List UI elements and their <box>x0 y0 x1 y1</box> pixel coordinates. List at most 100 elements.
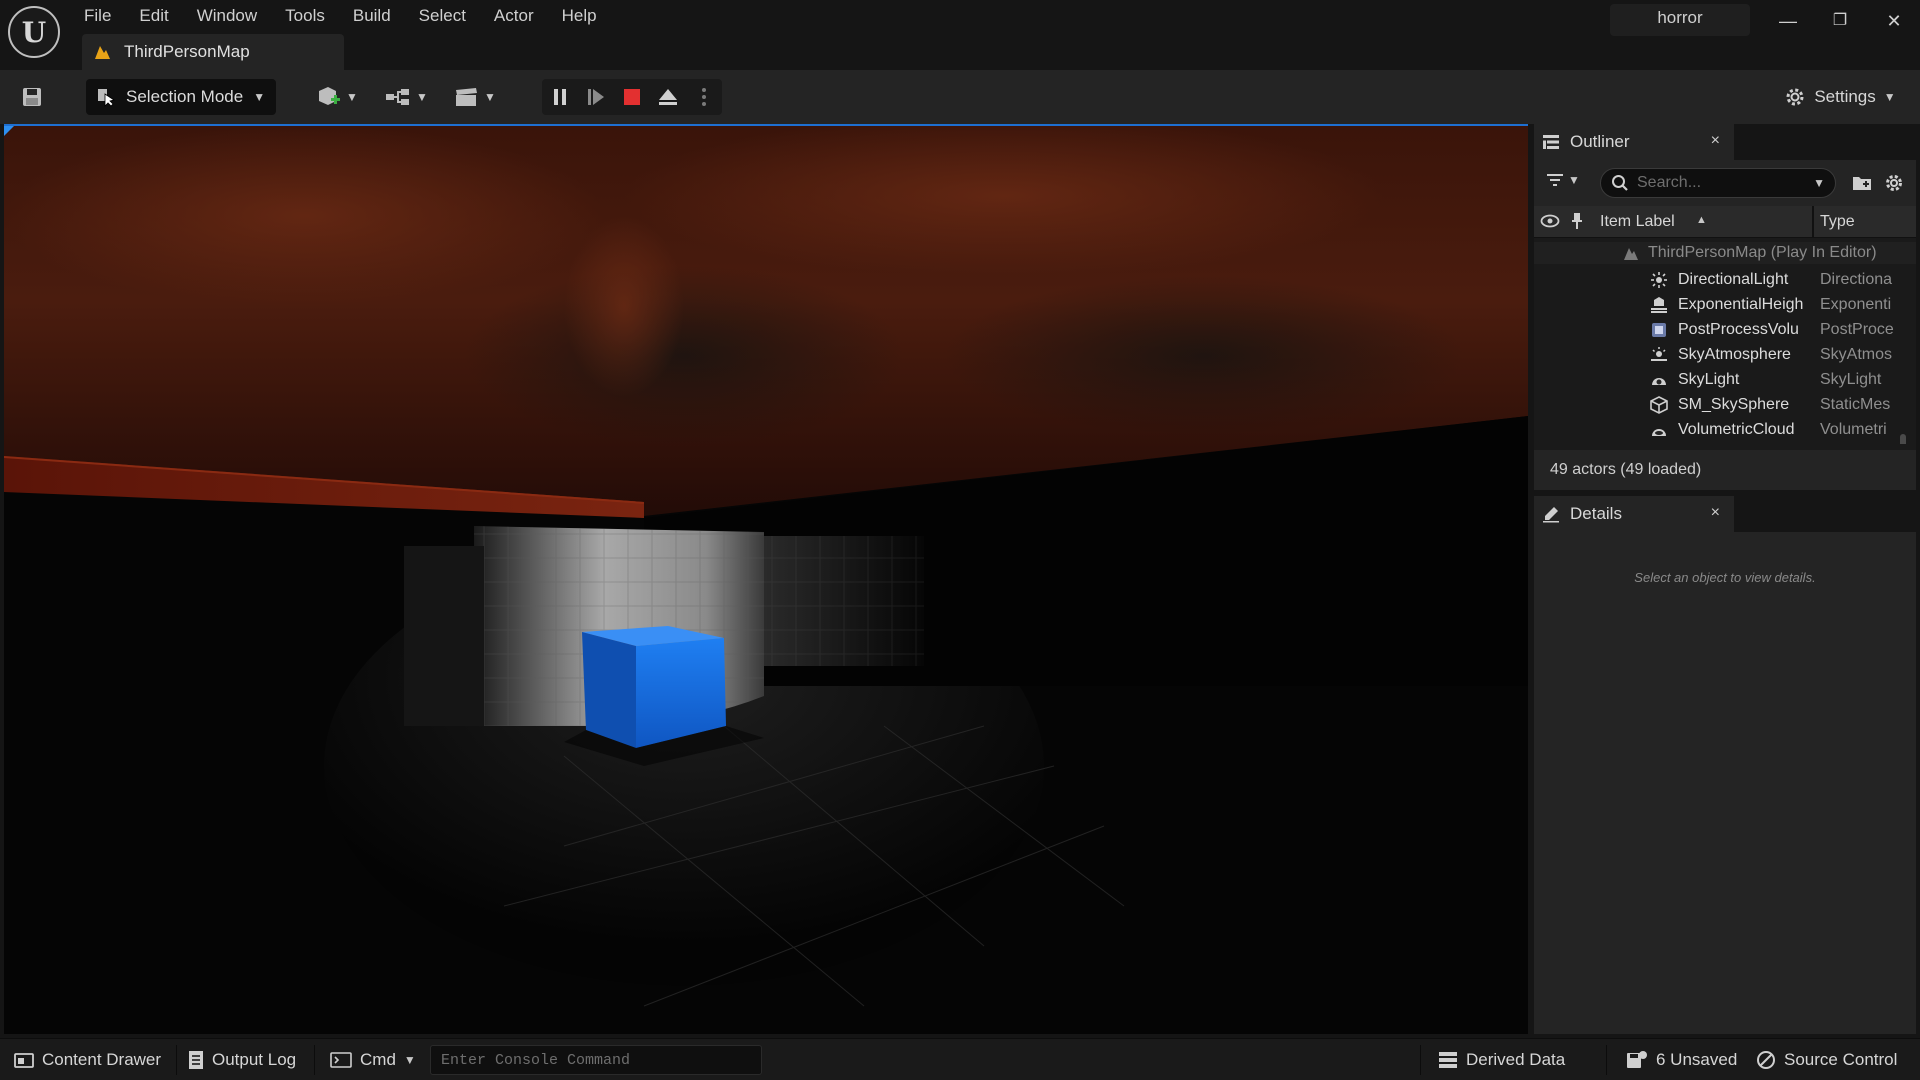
fog-icon <box>1651 297 1667 313</box>
outliner-row-type: Volumetri <box>1820 421 1887 438</box>
outliner-tree: ThirdPersonMap (Play In Editor) Directio… <box>1534 238 1916 444</box>
add-folder-button[interactable] <box>1852 174 1872 197</box>
console-command-box[interactable] <box>430 1045 762 1075</box>
details-tab[interactable]: Details × <box>1534 496 1734 532</box>
restore-button[interactable]: ❐ <box>1820 6 1860 36</box>
menu-help[interactable]: Help <box>548 4 611 28</box>
source-control-button[interactable]: Source Control <box>1756 1039 1897 1080</box>
blueprints-button[interactable]: ▼ <box>382 79 430 115</box>
outliner-column-header: Item Label ▲ Type <box>1534 206 1916 238</box>
step-frame-button[interactable] <box>578 79 614 115</box>
content-drawer-button[interactable]: Content Drawer <box>14 1039 161 1080</box>
outliner-row-label: PostProcessVolu <box>1678 321 1799 338</box>
outliner-scrollbar[interactable] <box>1900 434 1906 444</box>
outliner-row[interactable]: PostProcessVolu PostProce <box>1534 318 1916 343</box>
outliner-tab[interactable]: Outliner × <box>1534 124 1734 160</box>
scene-render <box>4 126 1528 1034</box>
outliner-row-type: SkyLight <box>1820 371 1882 388</box>
menu-select[interactable]: Select <box>405 4 480 28</box>
volumetric-cloud-icon <box>1652 429 1666 436</box>
status-bar: Content Drawer Output Log Cmd ▼ Derived … <box>0 1038 1920 1080</box>
outliner-search[interactable]: ▼ <box>1600 168 1836 198</box>
sky-light-icon <box>1652 378 1666 385</box>
save-button[interactable] <box>14 79 50 115</box>
details-title: Details <box>1570 504 1622 523</box>
level-tab-label: ThirdPersonMap <box>124 42 250 61</box>
tree-root-row[interactable]: ThirdPersonMap (Play In Editor) <box>1534 242 1916 264</box>
outliner-settings-button[interactable] <box>1884 173 1904 198</box>
outliner-row-type: Directiona <box>1820 271 1893 288</box>
stop-icon <box>624 89 640 105</box>
title-bar: U File Edit Window Tools Build Select Ac… <box>0 0 1920 70</box>
outliner-row[interactable]: SkyLight SkyLight <box>1534 368 1916 393</box>
pin-icon[interactable] <box>1570 212 1584 230</box>
level-viewport[interactable] <box>4 124 1528 1034</box>
actor-count: 49 actors (49 loaded) <box>1534 450 1916 490</box>
level-map-icon <box>95 46 110 59</box>
filter-button[interactable]: ▼ <box>1546 172 1580 188</box>
outliner-close-icon[interactable]: × <box>1711 132 1720 150</box>
eject-button[interactable] <box>650 79 686 115</box>
sort-ascending-icon: ▲ <box>1696 214 1707 226</box>
separator <box>176 1045 177 1075</box>
console-command-input[interactable] <box>441 1046 751 1074</box>
outliner-row-label: DirectionalLight <box>1678 271 1789 288</box>
cmd-dropdown[interactable]: Cmd ▼ <box>330 1039 416 1080</box>
details-close-icon[interactable]: × <box>1711 504 1720 522</box>
more-options-icon <box>702 88 706 106</box>
details-body: Select an object to view details. <box>1534 532 1916 1034</box>
unreal-logo-icon[interactable]: U <box>8 6 60 58</box>
project-name: horror <box>1610 4 1750 36</box>
minimize-button[interactable]: — <box>1768 6 1808 36</box>
outliner-row[interactable]: SkyAtmosphere SkyAtmos <box>1534 343 1916 368</box>
menu-file[interactable]: File <box>70 4 125 28</box>
selection-mode-dropdown[interactable]: Selection Mode ▼ <box>86 79 276 115</box>
chevron-down-icon: ▼ <box>484 90 496 104</box>
static-mesh-icon <box>1650 396 1668 414</box>
outliner-row[interactable]: VolumetricCloud Volumetri <box>1534 418 1916 443</box>
search-input[interactable] <box>1637 174 1807 192</box>
menu-tools[interactable]: Tools <box>271 4 339 28</box>
separator <box>314 1045 315 1075</box>
main-toolbar: Selection Mode ▼ ▼ ▼ ▼ Settings ▼ <box>0 70 1920 124</box>
close-button[interactable]: ✕ <box>1874 6 1914 36</box>
outliner-toolbar: ▼ ▼ <box>1534 160 1916 206</box>
post-process-icon <box>1652 323 1666 337</box>
save-icon <box>23 88 41 106</box>
cinematics-button[interactable]: ▼ <box>452 79 498 115</box>
type-column[interactable]: Type <box>1812 206 1855 238</box>
settings-label: Settings <box>1814 87 1876 106</box>
derived-data-button[interactable]: Derived Data <box>1438 1039 1565 1080</box>
outliner-row[interactable]: ExponentialHeigh Exponenti <box>1534 293 1916 318</box>
item-label-column[interactable]: Item Label <box>1600 213 1675 231</box>
chevron-down-icon: ▼ <box>403 1053 416 1067</box>
menu-build[interactable]: Build <box>339 4 405 28</box>
menu-edit[interactable]: Edit <box>125 4 182 28</box>
outliner-row-type: PostProce <box>1820 321 1894 338</box>
output-log-button[interactable]: Output Log <box>188 1039 296 1080</box>
play-options-button[interactable] <box>686 79 722 115</box>
outliner-row[interactable]: DirectionalLight Directiona <box>1534 268 1916 293</box>
viewport-focus-indicator <box>4 126 14 136</box>
add-folder-icon <box>1853 177 1871 190</box>
stop-button[interactable] <box>614 79 650 115</box>
visibility-eye-icon[interactable] <box>1540 213 1560 229</box>
pause-button[interactable] <box>542 79 578 115</box>
unsaved-button[interactable]: 6 Unsaved <box>1626 1039 1737 1080</box>
level-tab[interactable]: ThirdPersonMap <box>82 34 344 70</box>
menu-actor[interactable]: Actor <box>480 4 548 28</box>
outliner-panel: Outliner × ▼ ▼ <box>1534 124 1916 490</box>
settings-button[interactable]: Settings ▼ <box>1780 79 1900 115</box>
add-actor-button[interactable]: ▼ <box>314 79 360 115</box>
derived-data-label: Derived Data <box>1466 1050 1566 1069</box>
outliner-row-label: SkyAtmosphere <box>1678 346 1791 363</box>
cmd-label: Cmd <box>360 1050 396 1069</box>
output-log-label: Output Log <box>212 1050 297 1069</box>
chevron-down-icon[interactable]: ▼ <box>1813 176 1825 190</box>
outliner-row-label: SkyLight <box>1678 371 1740 388</box>
filter-icon <box>1547 174 1563 186</box>
outliner-row[interactable]: SM_SkySphere StaticMes <box>1534 393 1916 418</box>
terminal-icon <box>330 1052 352 1068</box>
outliner-row-type: SkyAtmos <box>1820 346 1893 363</box>
menu-window[interactable]: Window <box>183 4 271 28</box>
